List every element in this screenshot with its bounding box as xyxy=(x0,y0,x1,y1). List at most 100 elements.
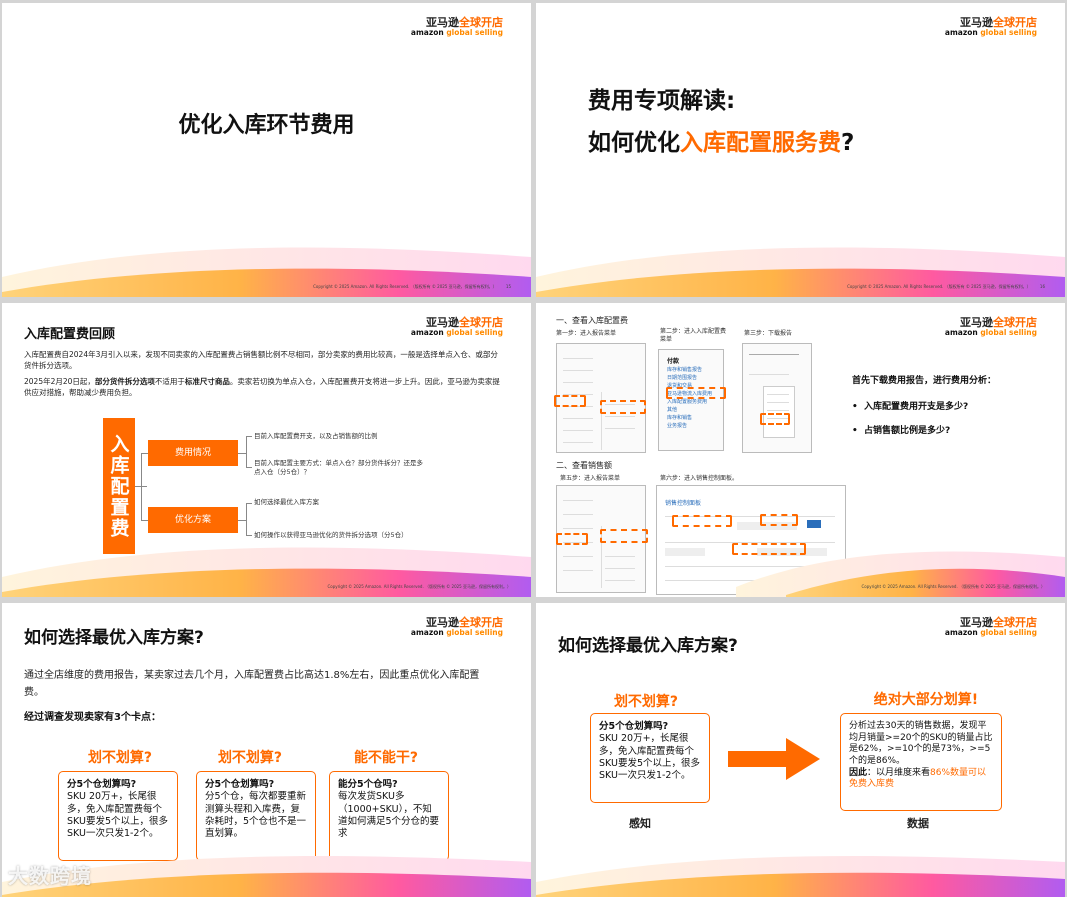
logo-en-b: global selling xyxy=(980,628,1037,637)
card-3-heading: 能不能干? xyxy=(353,750,419,766)
right-heading: 绝对大部分划算! xyxy=(873,692,979,708)
connector xyxy=(246,535,252,536)
screenshot-download-report xyxy=(742,343,812,453)
section-1-title: 一、查看入库配置费 xyxy=(556,316,628,325)
title-highlight: 入库配置服务费 xyxy=(680,130,841,156)
branch-optimization: 优化方案 xyxy=(148,507,238,533)
slide-2: 亚马逊全球开店 amazon global selling 费用专项解读: 如何… xyxy=(536,3,1065,297)
question-2-text: 占销售额比例是多少? xyxy=(864,426,951,436)
connector xyxy=(246,436,247,468)
screenshot-fee-menu: 付款 库存和销售报告 日期范围报告 退货和交易 亚马逊物流入库费用 入库配置服务费用 其他库… xyxy=(658,349,724,451)
copyright: Copyright © 2025 Amazon. All Rights Rese… xyxy=(313,284,511,290)
slide-title: 入库配置费回顾 xyxy=(24,327,116,342)
page-number: 16 xyxy=(1039,284,1045,289)
connector xyxy=(246,503,252,504)
analysis-intro: 首先下载费用报告，进行费用分析： xyxy=(852,376,997,386)
logo-en-a: amazon xyxy=(410,328,444,337)
copyright-text: Copyright © 2025 Amazon. All Rights Rese… xyxy=(847,284,1031,289)
fee-menu-item: 其他 xyxy=(667,407,678,413)
slide-3: 亚马逊全球开店 amazon global selling 入库配置费回顾 入库… xyxy=(2,303,531,597)
leaf-item-1: 目前入库配置费开支，以及占销售额的比例 xyxy=(254,432,378,440)
amazon-global-selling-logo: 亚马逊全球开店 amazon global selling xyxy=(411,17,503,37)
logo-en-b: global selling xyxy=(980,28,1037,37)
highlight-payments xyxy=(600,400,646,414)
section-2-title: 二、查看销售额 xyxy=(556,461,612,470)
title-part-c: ? xyxy=(841,130,855,156)
copyright: Copyright © 2025 Amazon. All Rights Rese… xyxy=(847,284,1045,290)
conclusion-text: ：以月维度来看 xyxy=(867,767,931,778)
left-heading: 划不划算? xyxy=(613,694,679,710)
para2-a: 2025年2月20日起， xyxy=(24,377,95,386)
copyright: Copyright © 2025 Amazon. All Rights Rese… xyxy=(861,584,1045,589)
paragraph-2: 2025年2月20日起，部分货件拆分选项不适用于标准尺寸商品。卖家若切换为单点入… xyxy=(24,376,502,399)
copyright: Copyright © 2025 Amazon. All Rights Rese… xyxy=(327,584,511,589)
page-number: 15 xyxy=(505,284,511,289)
card-3-body: 每次发货SKU多（1000+SKU），不知道如何满足5个分仓的要求 xyxy=(338,791,440,840)
connector xyxy=(238,453,246,454)
slide-1: 亚马逊全球开店 amazon global selling 优化入库环节费用 C… xyxy=(2,3,531,297)
card-1-heading: 划不划算? xyxy=(87,750,153,766)
arrow-right-icon xyxy=(728,738,820,780)
decorative-wave xyxy=(536,856,1065,897)
leaf-item-3: 如何选择最优入库方案 xyxy=(254,498,319,506)
slide-title-line-2: 如何优化入库配置服务费? xyxy=(588,123,854,157)
question-1: • 入库配置费用开支是多少? xyxy=(852,402,969,412)
caption-perception: 感知 xyxy=(629,817,651,830)
left-card: 分5个仓划算吗? SKU 20万+，长尾很多，免入库配置费每个SKU要发5个以上… xyxy=(590,713,710,803)
amazon-global-selling-logo: 亚马逊全球开店 amazon global selling xyxy=(411,617,503,637)
para2-c: 不适用于 xyxy=(154,377,185,386)
highlight-date-filter xyxy=(672,515,732,527)
connector xyxy=(246,467,252,468)
slide-6: 亚马逊全球开店 amazon global selling 如何选择最优入库方案… xyxy=(536,603,1065,897)
step-3-caption: 第三步：下载报告 xyxy=(744,330,793,337)
paragraph-1: 入库配置费自2024年3月引入以来，发现不同卖家的入库配置费占销售额比例不尽相同… xyxy=(24,350,498,371)
slide-4: 亚马逊全球开店 amazon global selling 一、查看入库配置费 … xyxy=(536,303,1065,597)
right-card-body: 分析过去30天的销售数据，发现平均月销量>=20个的SKU的销量占比是62%，>… xyxy=(849,721,993,767)
logo-en-b: global selling xyxy=(980,328,1037,337)
intro-paragraph: 通过全店维度的费用报告，某卖家过去几个月，入库配置费占比高达1.8%左右，因此重… xyxy=(24,670,480,698)
logo-en-b: global selling xyxy=(446,628,503,637)
highlight-apply xyxy=(760,514,798,526)
connector xyxy=(238,520,246,521)
amazon-global-selling-logo: 亚马逊全球开店 amazon global selling xyxy=(945,17,1037,37)
conclusion-label: 因此 xyxy=(849,767,868,778)
title-part-a: 如何优化 xyxy=(588,130,680,156)
copyright-text: Copyright © 2025 Amazon. All Rights Rese… xyxy=(313,284,497,289)
highlight-fee-item xyxy=(666,387,726,399)
highlight-download xyxy=(760,413,790,425)
slide-title-line-1: 费用专项解读: xyxy=(588,88,736,114)
amazon-global-selling-logo: 亚马逊全球开店 amazon global selling xyxy=(945,317,1037,337)
card-2-heading: 划不划算? xyxy=(217,750,283,766)
logo-en-a: amazon xyxy=(410,628,444,637)
watermark: 大数跨境 xyxy=(8,864,92,888)
connector xyxy=(141,453,142,521)
connector xyxy=(246,436,252,437)
amazon-global-selling-logo: 亚马逊全球开店 amazon global selling xyxy=(411,317,503,337)
logo-en-b: global selling xyxy=(446,328,503,337)
card-2-body: 分5个仓，每次都要重新测算头程和入库费，复杂耗时，5个仓也不是一直划算。 xyxy=(205,791,307,840)
fee-menu-item: 库存和销售报告 xyxy=(667,367,703,373)
fee-menu-item: 入库配置服务费用 xyxy=(667,399,708,405)
fee-menu-item: 日期范围报告 xyxy=(667,375,698,381)
slide-5: 亚马逊全球开店 amazon global selling 如何选择最优入库方案… xyxy=(2,603,531,897)
right-card: 分析过去30天的销售数据，发现平均月销量>=20个的SKU的销量占比是62%，>… xyxy=(840,713,1002,811)
subheading: 经过调查发现卖家有3个卡点： xyxy=(24,712,161,723)
step-1-caption: 第一步：进入报告菜单 xyxy=(556,330,617,337)
caption-data: 数据 xyxy=(907,817,929,830)
card-3-title: 能分5个仓吗? xyxy=(338,779,398,790)
slide-title: 如何选择最优入库方案? xyxy=(558,636,738,656)
logo-en-a: amazon xyxy=(944,628,978,637)
step-6-caption: 第六步：进入销售控制面板。 xyxy=(660,475,739,482)
para2-bold-2: 标准尺寸商品 xyxy=(184,377,230,386)
connector xyxy=(246,503,247,536)
mindmap-root: 入库配置费 xyxy=(103,418,135,554)
logo-en-a: amazon xyxy=(944,328,978,337)
left-card-body: SKU 20万+，长尾很多，免入库配置费每个SKU要发5个以上，很多SKU一次只… xyxy=(599,733,701,782)
fee-menu-item: 库存和销售 xyxy=(667,415,693,421)
step-2-caption: 第二步：进入入库配置费菜单 xyxy=(660,328,727,343)
step-5-caption: 第五步：进入报告菜单 xyxy=(560,475,621,482)
sales-panel-title: 销售控制面板 xyxy=(665,500,702,507)
logo-en-a: amazon xyxy=(410,28,444,37)
question-2: • 占销售额比例是多少? xyxy=(852,426,951,436)
para2-bold-1: 部分货件拆分选项 xyxy=(94,377,155,386)
